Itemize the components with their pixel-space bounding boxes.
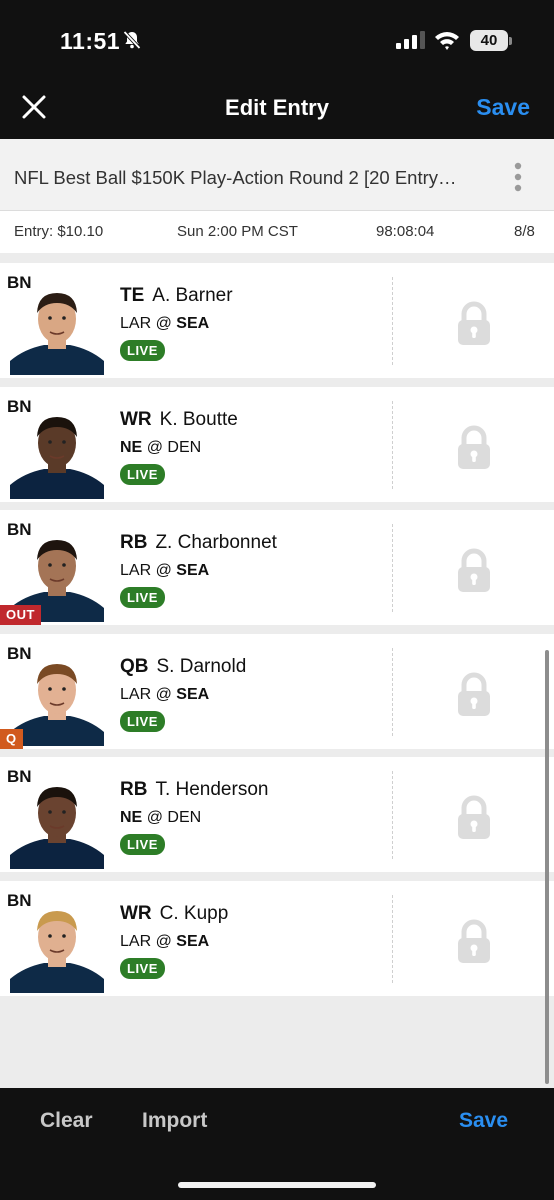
player-name-line: WR K. Boutte: [120, 409, 238, 431]
injury-status-badge: OUT: [0, 605, 41, 625]
battery-icon: 40: [470, 30, 508, 51]
player-name-line: TE A. Barner: [120, 285, 233, 307]
matchup-at: @: [155, 315, 172, 332]
matchup-at: @: [155, 933, 172, 950]
matchup-at: @: [146, 809, 163, 826]
row-divider: [392, 401, 393, 489]
player-headshot: [10, 417, 104, 499]
wifi-icon: [435, 32, 459, 50]
status-time: 11:51: [60, 28, 121, 54]
home-team: SEA: [176, 933, 210, 950]
player-name-line: WR C. Kupp: [120, 903, 228, 925]
player-position: QB: [120, 656, 149, 677]
import-button[interactable]: Import: [142, 1109, 207, 1133]
live-badge: LIVE: [120, 958, 165, 979]
game-matchup: NE @ DEN: [120, 809, 201, 827]
away-team: LAR: [120, 315, 152, 332]
player-position: RB: [120, 532, 148, 553]
player-name: C. Kupp: [159, 903, 229, 924]
lock-icon[interactable]: [456, 672, 492, 716]
nav-bar: Edit Entry Save: [0, 80, 554, 139]
lock-icon[interactable]: [456, 301, 492, 345]
status-bar: 11:51 40: [0, 0, 554, 80]
home-team: SEA: [176, 686, 210, 703]
player-headshot: [10, 911, 104, 993]
player-row[interactable]: BN Q QB S. Darnold LAR @ SEA LIVE: [0, 634, 554, 749]
live-badge: LIVE: [120, 587, 165, 608]
row-divider: [392, 524, 393, 612]
home-team: DEN: [167, 439, 202, 456]
player-headshot: [10, 293, 104, 375]
bottom-bar: Clear Import Save: [0, 1088, 554, 1200]
player-position: TE: [120, 285, 145, 306]
battery-level: 40: [480, 32, 498, 49]
away-team: LAR: [120, 686, 152, 703]
player-row[interactable]: BN TE A. Barner LAR @ SEA LIVE: [0, 263, 554, 378]
bottom-save-button[interactable]: Save: [459, 1109, 508, 1133]
away-team: LAR: [120, 562, 152, 579]
battery-tip: [509, 37, 512, 45]
away-team: NE: [120, 439, 143, 456]
player-row[interactable]: BN WR C. Kupp LAR @ SEA LIVE: [0, 881, 554, 996]
player-list: BN TE A. Barner LAR @ SEA LIVE BN WR K. Boutte N…: [0, 253, 554, 1088]
row-divider: [392, 277, 393, 365]
live-badge: LIVE: [120, 464, 165, 485]
player-name: T. Henderson: [155, 779, 269, 800]
entry-count: 8/8: [514, 223, 535, 240]
scrollbar[interactable]: [545, 650, 549, 1084]
lock-icon[interactable]: [456, 425, 492, 469]
game-matchup: LAR @ SEA: [120, 315, 209, 333]
player-name-line: RB Z. Charbonnet: [120, 532, 277, 554]
contest-header: NFL Best Ball $150K Play-Action Round 2 …: [0, 139, 554, 211]
bell-muted-icon: [123, 30, 141, 50]
game-matchup: LAR @ SEA: [120, 686, 209, 704]
player-name: S. Darnold: [156, 656, 247, 677]
player-name-line: QB S. Darnold: [120, 656, 246, 678]
matchup-at: @: [155, 562, 172, 579]
countdown-timer: 98:08:04: [376, 223, 435, 240]
matchup-at: @: [155, 686, 172, 703]
home-team: SEA: [176, 315, 210, 332]
away-team: LAR: [120, 933, 152, 950]
matchup-at: @: [146, 439, 163, 456]
game-matchup: LAR @ SEA: [120, 562, 209, 580]
player-name-line: RB T. Henderson: [120, 779, 268, 801]
player-name: A. Barner: [152, 285, 233, 306]
page-title: Edit Entry: [225, 95, 329, 120]
lock-icon[interactable]: [456, 548, 492, 592]
player-position: WR: [120, 409, 152, 430]
row-divider: [392, 771, 393, 859]
player-name: K. Boutte: [159, 409, 238, 430]
live-badge: LIVE: [120, 711, 165, 732]
player-position: WR: [120, 903, 152, 924]
cellular-signal-icon: [396, 31, 425, 49]
entry-fee: Entry: $10.10: [14, 223, 104, 240]
home-indicator: [178, 1182, 376, 1188]
player-name: Z. Charbonnet: [155, 532, 277, 553]
contest-name: NFL Best Ball $150K Play-Action Round 2 …: [14, 167, 457, 188]
away-team: NE: [120, 809, 143, 826]
entry-info-bar: Entry: $10.10 Sun 2:00 PM CST 98:08:04 8…: [0, 211, 554, 253]
home-team: DEN: [167, 809, 202, 826]
clear-button[interactable]: Clear: [40, 1109, 93, 1133]
player-row[interactable]: BN WR K. Boutte NE @ DEN LIVE: [0, 387, 554, 502]
game-matchup: NE @ DEN: [120, 439, 201, 457]
live-badge: LIVE: [120, 340, 165, 361]
game-matchup: LAR @ SEA: [120, 933, 209, 951]
more-vertical-icon[interactable]: [510, 162, 526, 192]
player-position: RB: [120, 779, 148, 800]
start-time: Sun 2:00 PM CST: [177, 223, 298, 240]
live-badge: LIVE: [120, 834, 165, 855]
row-divider: [392, 895, 393, 983]
player-headshot: [10, 664, 104, 746]
injury-status-badge: Q: [0, 729, 23, 749]
player-headshot: [10, 787, 104, 869]
row-divider: [392, 648, 393, 736]
player-row[interactable]: BN RB T. Henderson NE @ DEN LIVE: [0, 757, 554, 872]
save-button[interactable]: Save: [476, 94, 530, 121]
home-team: SEA: [176, 562, 210, 579]
lock-icon[interactable]: [456, 919, 492, 963]
lock-icon[interactable]: [456, 795, 492, 839]
player-row[interactable]: BN OUT RB Z. Charbonnet LAR @ SEA LIVE: [0, 510, 554, 625]
